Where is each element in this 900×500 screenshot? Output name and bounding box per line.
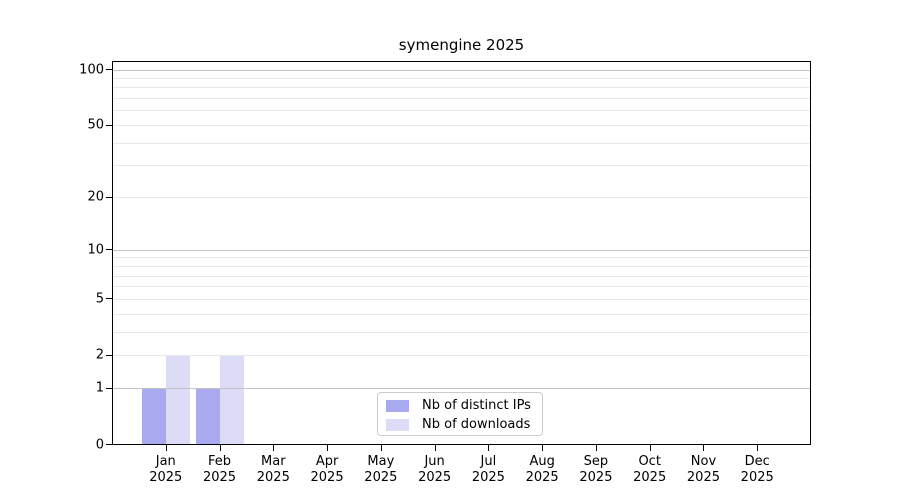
legend-swatch-downloads	[386, 418, 409, 431]
gridline-minor	[113, 275, 810, 277]
y-tick-mark	[106, 444, 112, 445]
gridline-minor	[113, 355, 810, 357]
x-tick-mark	[273, 445, 275, 451]
x-tick-mark	[595, 445, 597, 451]
gridline-minor	[113, 110, 810, 112]
gridline-minor	[113, 331, 810, 333]
y-tick-mark	[106, 387, 112, 389]
gridline-minor	[113, 298, 810, 300]
x-tick-mark	[649, 445, 651, 451]
y-tick-label: 100	[79, 62, 104, 77]
chart-title: symengine 2025	[398, 36, 525, 54]
y-tick-label: 10	[87, 242, 104, 258]
x-tick-label-nov: Nov 2025	[686, 454, 720, 485]
x-tick-mark	[542, 445, 544, 451]
bar-distinct-ips-feb	[195, 388, 220, 445]
gridline-minor	[113, 165, 810, 167]
gridline-minor	[113, 313, 810, 315]
x-tick-label-mar: Mar 2025	[256, 454, 290, 485]
gridline-minor	[113, 98, 810, 100]
gridline-decade	[113, 249, 810, 251]
y-tick-label: 20	[87, 189, 104, 205]
x-tick-label-jul: Jul 2025	[471, 454, 505, 485]
x-tick-mark	[219, 445, 221, 451]
gridline-decade	[113, 388, 810, 390]
legend-label: Nb of distinct IPs	[422, 398, 531, 413]
bar-downloads-jan	[165, 355, 190, 445]
y-tick-label: 1	[95, 380, 104, 396]
x-tick-label-jan: Jan 2025	[149, 454, 183, 485]
y-tick-mark	[106, 298, 112, 300]
x-tick-mark	[488, 445, 490, 451]
x-tick-label-jun: Jun 2025	[418, 454, 452, 485]
gridline-minor	[113, 77, 810, 79]
y-tick-label: 5	[95, 291, 104, 307]
gridline-minor	[113, 265, 810, 267]
x-tick-label-dec: Dec 2025	[740, 454, 774, 485]
gridline-minor	[113, 257, 810, 259]
y-tick-mark	[106, 196, 112, 198]
y-tick-mark	[106, 69, 112, 70]
x-tick-mark	[434, 445, 436, 451]
gridline-minor	[113, 197, 810, 199]
y-tick-mark	[106, 124, 112, 126]
gridline-minor	[113, 142, 810, 144]
y-tick-label: 2	[95, 347, 104, 363]
x-tick-mark	[757, 445, 759, 451]
x-tick-label-feb: Feb 2025	[202, 454, 237, 485]
legend-item: Nb of distinct IPs	[386, 396, 542, 415]
legend-item: Nb of downloads	[386, 415, 542, 434]
bar-distinct-ips-jan	[141, 388, 166, 445]
x-tick-label-aug: Aug 2025	[525, 454, 559, 485]
x-tick-label-may: May 2025	[364, 454, 398, 485]
x-tick-label-apr: Apr 2025	[310, 454, 344, 485]
legend-swatch-distinct-ips	[386, 399, 409, 412]
gridline-minor	[113, 87, 810, 89]
x-tick-label-sep: Sep 2025	[579, 454, 613, 485]
x-tick-mark	[165, 445, 167, 451]
y-tick-mark	[106, 354, 112, 356]
bar-downloads-feb	[219, 355, 244, 445]
x-tick-mark	[380, 445, 382, 451]
x-tick-label-oct: Oct 2025	[633, 454, 667, 485]
download-stats-chart: symengine 2025 Nb of distinct IPs Nb of d…	[0, 0, 900, 500]
legend: Nb of distinct IPs Nb of downloads	[377, 392, 543, 436]
y-tick-label: 0	[95, 437, 104, 452]
gridline-minor	[113, 125, 810, 127]
y-tick-mark	[106, 249, 112, 251]
x-tick-mark	[327, 445, 329, 451]
x-tick-mark	[703, 445, 705, 451]
legend-label: Nb of downloads	[422, 417, 531, 432]
y-tick-label: 50	[87, 117, 104, 133]
gridline-minor	[113, 286, 810, 288]
gridline-decade	[113, 69, 810, 71]
